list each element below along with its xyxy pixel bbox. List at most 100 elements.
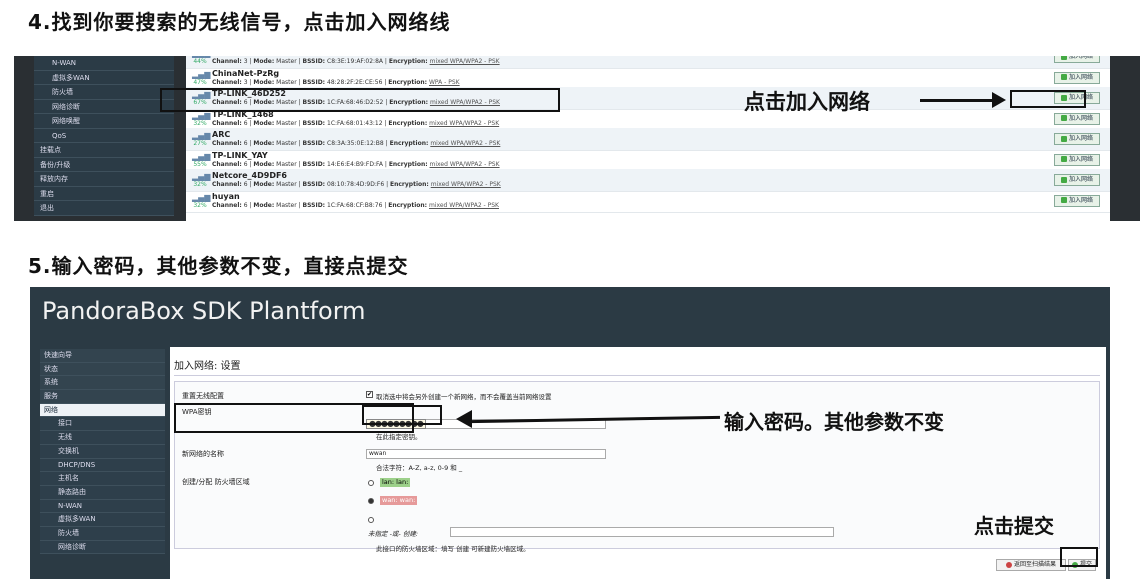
sidebar-item[interactable]: 虚拟多WAN: [40, 513, 165, 527]
network-name-input[interactable]: wwan: [366, 449, 606, 459]
replace-hint: 取消选中将会另外创建一个新网络，而不会覆盖当前网络设置: [376, 393, 552, 401]
highlight-submit: [1060, 547, 1098, 567]
fw-lan-radio[interactable]: [368, 480, 374, 486]
join-network-button[interactable]: 加入网络: [1054, 71, 1100, 84]
arrow-head-icon: [456, 410, 472, 428]
join-network-button[interactable]: 加入网络: [1054, 153, 1100, 166]
signal-icon: ▂▄▆: [192, 172, 211, 181]
signal-icon: ▂▄▆: [192, 151, 211, 161]
sidebar-item[interactable]: 交换机: [40, 444, 165, 459]
fw-custom-radio[interactable]: [368, 517, 374, 523]
join-icon: [1060, 74, 1067, 80]
network-ssid: TP-LINK_YAY: [212, 150, 268, 160]
signal-indicator: ▂▄▆ 27%: [192, 131, 211, 147]
sidebar-item[interactable]: 重启: [34, 187, 174, 201]
join-network-screenshot: PandoraBox SDK Plantform 快速向导 状态 系统 服务 网络 接口无…: [30, 287, 1110, 579]
network-info: Channel: 6 | Mode: Master | BSSID: 1C:FA…: [212, 119, 500, 127]
network-info: Channel: 3 | Mode: Master | BSSID: C8:3E…: [212, 58, 500, 65]
sidebar-item[interactable]: 系统: [40, 376, 165, 391]
sidebar-item[interactable]: 防火墙: [34, 85, 174, 100]
sidebar-item[interactable]: 主机名: [40, 472, 165, 486]
network-ssid: ChinaNet-PzRg: [212, 68, 280, 78]
app-header: PandoraBox SDK Plantform: [42, 297, 366, 325]
network-list: ▂▄▆44%Channel: 3 | Mode: Master | BSSID:…: [186, 56, 1110, 221]
sidebar-item[interactable]: 网络唤醒: [34, 114, 174, 129]
sidebar-item[interactable]: N-WAN: [34, 56, 174, 71]
annotation-join: 点击加入网络: [744, 90, 870, 114]
network-info: Channel: 3 | Mode: Master | BSSID: 48:28…: [212, 78, 460, 86]
back-to-scan-button[interactable]: 返回至扫描结果: [996, 559, 1066, 571]
network-info: Channel: 6 | Mode: Master | BSSID: 08:10…: [212, 181, 501, 188]
join-network-button[interactable]: 加入网络: [1054, 56, 1100, 63]
signal-icon: ▂▄▆: [192, 69, 211, 79]
signal-icon: ▂▄▆: [192, 192, 211, 202]
step5-title: 5.输入密码，其他参数不变，直接点提交: [28, 254, 409, 278]
step4-title: 4.找到你要搜索的无线信号，点击加入网络线: [28, 10, 451, 34]
wifi-scan-screenshot: N-WAN 虚拟多WAN 防火墙 网络诊断 网络唤醒 QoS 挂载点 备份/升级 释放内存 重启退…: [14, 56, 1140, 221]
arrow-head-icon: [992, 92, 1006, 108]
sidebar-item[interactable]: 挂载点: [34, 143, 174, 158]
replace-label: 重置无线配置: [182, 392, 224, 400]
sidebar-item[interactable]: 服务: [40, 390, 165, 404]
signal-indicator: ▂▄▆ 47%: [192, 69, 211, 86]
signal-indicator: ▂▄▆ 32%: [192, 172, 211, 188]
join-icon: [1060, 156, 1067, 162]
join-icon: [1060, 56, 1067, 60]
signal-indicator: ▂▄▆44%: [192, 56, 210, 65]
arrow-right: [920, 99, 1000, 102]
join-icon: [1060, 135, 1067, 142]
sidebar: 快速向导 状态 系统 服务 网络 接口 无线 交换机 DHCP/DNS 主机名 静态路由 N-WAN 虚…: [40, 349, 165, 579]
highlight-password: [362, 405, 442, 425]
sidebar-item[interactable]: 快速向导: [40, 349, 165, 363]
replace-checkbox[interactable]: ✔: [366, 391, 373, 398]
fw-custom-input[interactable]: [450, 527, 834, 537]
panel-title: 加入网络: 设置: [174, 357, 1100, 376]
sidebar-item[interactable]: N-WAN: [40, 499, 165, 514]
fw-wan-radio[interactable]: [368, 498, 374, 504]
settings-panel: 加入网络: 设置 重置无线配置 ✔ 取消选中将会另外创建一个新网络，而不会覆盖当…: [170, 347, 1106, 579]
sidebar-item[interactable]: 虚拟多WAN: [34, 71, 174, 85]
sidebar-item[interactable]: 备份/升级: [34, 158, 174, 172]
join-network-button[interactable]: 加入网络: [1054, 133, 1100, 145]
annotation-submit: 点击提交: [974, 514, 1054, 538]
sidebar-item[interactable]: 网络诊断: [40, 540, 165, 555]
sidebar-item[interactable]: 释放内存: [34, 172, 174, 187]
sidebar-item[interactable]: DHCP/DNS: [40, 458, 165, 473]
join-icon: [1060, 176, 1067, 183]
signal-indicator: ▂▄▆ 32%: [192, 192, 211, 209]
highlight-join-button: [1010, 90, 1086, 108]
signal-icon: ▂▄▆: [192, 131, 211, 140]
join-network-button[interactable]: 加入网络: [1054, 194, 1100, 207]
sidebar-item[interactable]: 无线: [40, 431, 165, 445]
sidebar: N-WAN 虚拟多WAN 防火墙 网络诊断 网络唤醒 QoS 挂载点 备份/升级 释放内存 重启退…: [34, 56, 174, 216]
sidebar-item[interactable]: 退出: [34, 201, 174, 216]
name-label: 新网络的名称: [182, 450, 224, 458]
join-icon: [1060, 115, 1067, 121]
sidebar-item[interactable]: 状态: [40, 362, 165, 377]
sidebar-item[interactable]: QoS: [34, 129, 174, 143]
name-hint: 合法字符：A-Z, a-z, 0-9 和 _: [376, 464, 463, 472]
signal-indicator: ▂▄▆ 55%: [192, 151, 211, 168]
fw-wan-tag: wan: wan:: [380, 496, 418, 505]
network-row: ▂▄▆ 32% huyan Channel: 6 | Mode: Master | B…: [186, 190, 1110, 213]
network-info: Channel: 6 | Mode: Master | BSSID: 14:E6…: [212, 160, 500, 168]
join-network-button[interactable]: 加入网络: [1054, 112, 1100, 125]
annotation-password: 输入密码。其他参数不变: [724, 410, 944, 434]
sidebar-item[interactable]: 防火墙: [40, 526, 165, 541]
fw-lan-tag: lan: lan:: [380, 478, 411, 487]
highlight-selected-network: [160, 88, 560, 112]
network-ssid: ARC: [212, 130, 231, 139]
network-info: Channel: 6 | Mode: Master | BSSID: 1C:FA…: [212, 201, 499, 209]
firewall-label: 创建/分配 防火墙区域: [182, 478, 250, 486]
fw-custom-label: 未指定 -或- 创建:: [368, 530, 419, 538]
sidebar-item[interactable]: 静态路由: [40, 485, 165, 500]
sidebar-item[interactable]: 网络: [40, 403, 165, 418]
firewall-hint: 此接口的防火墙区域：填写 创建 可新建防火墙区域。: [376, 545, 530, 553]
sidebar-item[interactable]: 接口: [40, 417, 165, 432]
sidebar-item[interactable]: 网络诊断: [34, 100, 174, 114]
join-network-button[interactable]: 加入网络: [1054, 174, 1100, 186]
network-ssid: huyan: [212, 191, 240, 201]
join-icon: [1060, 197, 1067, 203]
signal-indicator: ▂▄▆ 32%: [192, 110, 211, 127]
network-info: Channel: 6 | Mode: Master | BSSID: C8:3A…: [212, 140, 501, 147]
